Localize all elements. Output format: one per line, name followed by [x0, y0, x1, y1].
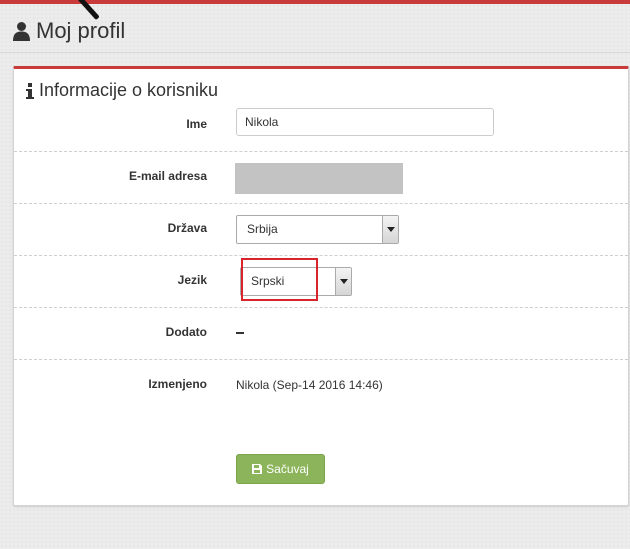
row-name: Ime Nikola [14, 99, 628, 152]
label-country: Država [167, 221, 207, 235]
panel-title: Informacije o korisniku [26, 80, 218, 101]
label-modified: Izmenjeno [148, 377, 207, 391]
save-button-label: Sačuvaj [266, 462, 309, 476]
country-select-value: Srbija [247, 222, 278, 236]
email-field-redacted [235, 163, 403, 194]
panel-title-text: Informacije o korisniku [39, 80, 219, 100]
modified-value: Nikola (Sep-14 2016 14:46) [236, 378, 383, 392]
info-icon [26, 82, 34, 99]
chevron-down-icon[interactable] [382, 216, 398, 243]
language-select[interactable]: Srpski [240, 267, 352, 296]
country-select[interactable]: Srbija [236, 215, 399, 244]
floppy-disk-icon [252, 464, 263, 474]
name-input[interactable]: Nikola [236, 108, 494, 136]
row-modified: Izmenjeno Nikola (Sep-14 2016 14:46) [14, 359, 628, 411]
label-email: E-mail adresa [128, 169, 207, 183]
label-language: Jezik [177, 273, 207, 287]
row-added: Dodato [14, 307, 628, 360]
label-added: Dodato [165, 325, 207, 339]
row-country: Država Srbija [14, 203, 628, 256]
page-title: Moj profil [13, 18, 125, 44]
row-language: Jezik Srpski [14, 255, 628, 308]
save-button[interactable]: Sačuvaj [236, 454, 325, 484]
row-email: E-mail adresa [14, 151, 628, 204]
added-value-dash [236, 332, 244, 334]
language-select-value: Srpski [251, 274, 285, 288]
chevron-down-icon[interactable] [335, 268, 351, 295]
profile-panel: Informacije o korisniku Ime Nikola E-mai… [13, 66, 629, 506]
page-header: Moj profil [0, 4, 630, 53]
page-title-text: Moj profil [36, 18, 126, 43]
user-icon [13, 22, 30, 41]
label-name: Ime [186, 117, 207, 131]
